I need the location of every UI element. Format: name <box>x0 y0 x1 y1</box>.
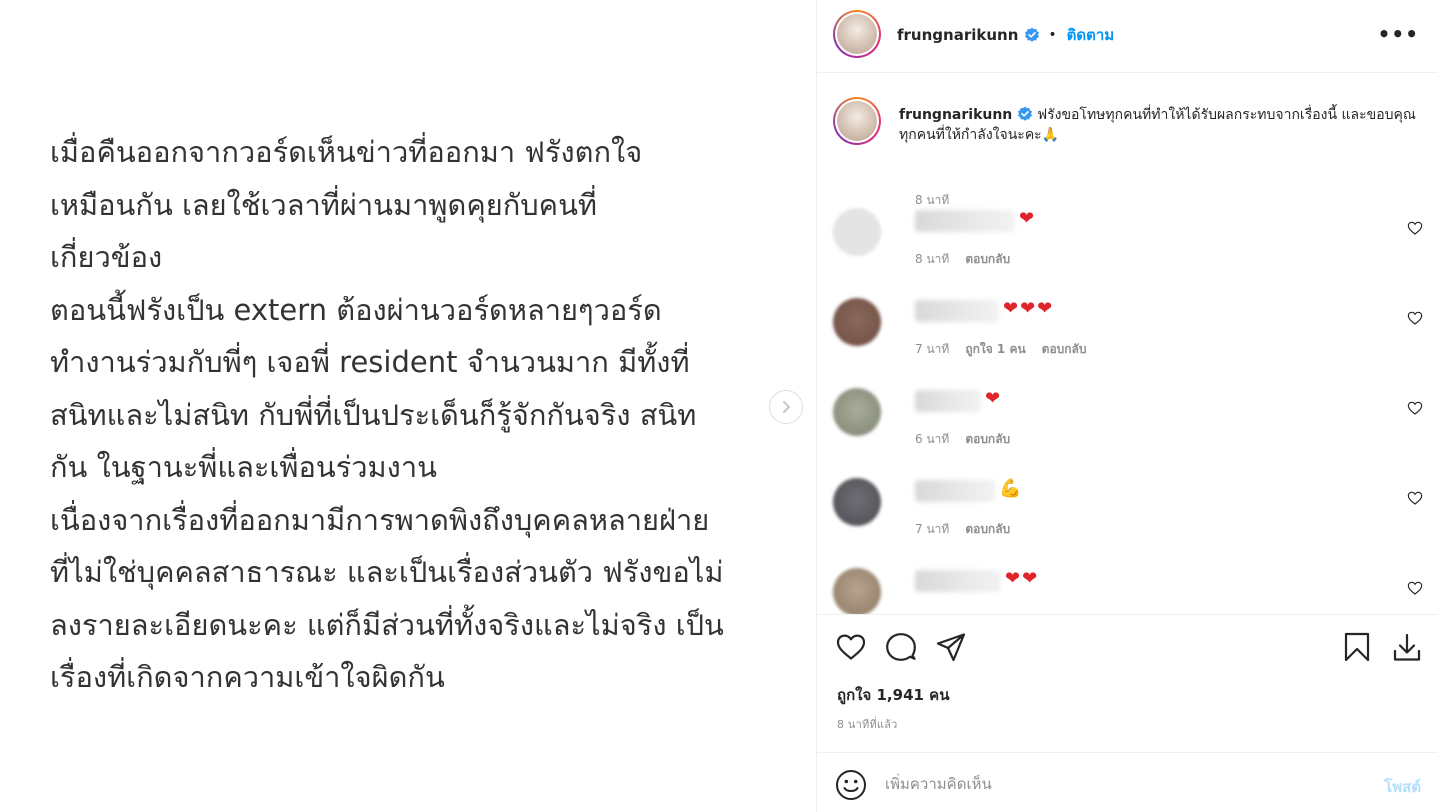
caption-body: frungnarikunn ฟรังขอโทษทุกคนที่ทำให้ได้ร… <box>899 105 1419 145</box>
post-text-line: เมื่อคืนออกจากวอร์ดเห็นข่าวที่ออกมา ฟรัง… <box>50 135 643 169</box>
comment-like-icon[interactable] <box>1407 220 1423 236</box>
post-text-line: เกี่ยวข้อง <box>50 240 163 274</box>
comment-text: ❤❤ <box>1005 568 1040 589</box>
post-actions: ถูกใจ 1,941 คน 8 นาทีที่แล้ว <box>817 614 1438 752</box>
follow-button[interactable]: ติดตาม <box>1067 23 1115 47</box>
comment-input[interactable] <box>885 769 1345 799</box>
comment-like-icon[interactable] <box>1407 310 1423 326</box>
save-bookmark-icon[interactable] <box>1341 631 1373 663</box>
commenter-username-blurred[interactable] <box>915 300 999 322</box>
comment-like-icon[interactable] <box>1407 580 1423 596</box>
post-image: เมื่อคืนออกจากวอร์ดเห็นข่าวที่ออกมา ฟรัง… <box>0 0 816 812</box>
comment-likes-count[interactable]: ถูกใจ 1 คน <box>965 340 1025 359</box>
commenter-avatar[interactable] <box>833 208 881 256</box>
post-sidebar: frungnarikunn • ติดตาม ••• frungnarikunn <box>816 0 1438 812</box>
commenter-username-blurred[interactable] <box>915 210 1015 232</box>
post-text-line: เนื่องจากเรื่องที่ออกมามีการพาดพิงถึงบุค… <box>50 502 710 537</box>
like-heart-icon[interactable] <box>835 631 867 663</box>
comment-time[interactable]: 7 นาที <box>915 520 949 539</box>
emoji-picker-icon[interactable] <box>835 769 867 801</box>
verified-badge-icon <box>1017 106 1032 121</box>
post-text-line: กัน ในฐานะพี่และเพื่อนร่วมงาน <box>50 450 437 484</box>
likes-count[interactable]: ถูกใจ 1,941 คน <box>837 683 949 707</box>
add-comment-bar: โพสต์ <box>817 752 1438 812</box>
separator-dot: • <box>1048 27 1057 43</box>
comment-meta: 8 นาที ตอบกลับ <box>915 250 1010 269</box>
comment-text: ❤❤❤ <box>1003 298 1055 319</box>
reply-button[interactable]: ตอบกลับ <box>965 250 1010 269</box>
header-username[interactable]: frungnarikunn <box>897 26 1018 44</box>
reply-button[interactable]: ตอบกลับ <box>965 520 1010 539</box>
post-text-line: สนิทและไม่สนิท กับพี่ที่เป็นประเด็นก็รู้… <box>50 397 697 432</box>
post-comment-button[interactable]: โพสต์ <box>1384 775 1421 799</box>
comment-like-icon[interactable] <box>1407 400 1423 416</box>
post-text-line: เรื่องที่เกิดจากความเข้าใจผิดกัน <box>50 660 445 694</box>
comment-item: ❤ 8 นาที ตอบกลับ <box>833 208 1423 288</box>
comment-like-icon[interactable] <box>1407 490 1423 506</box>
next-image-button[interactable] <box>769 390 803 424</box>
header-avatar[interactable] <box>833 10 881 58</box>
commenter-username-blurred[interactable] <box>915 390 981 412</box>
commenter-avatar[interactable] <box>833 298 881 346</box>
comment-meta: 7 นาที ถูกใจ 1 คน ตอบกลับ <box>915 340 1087 359</box>
post-timestamp[interactable]: 8 นาทีที่แล้ว <box>837 715 898 733</box>
post-header: frungnarikunn • ติดตาม ••• <box>817 0 1438 73</box>
comment-meta: 6 นาที ตอบกลับ <box>915 430 1010 449</box>
commenter-avatar[interactable] <box>833 388 881 436</box>
comment-item: ❤❤ <box>833 568 1423 614</box>
comments-list[interactable]: frungnarikunn ฟรังขอโทษทุกคนที่ทำให้ได้ร… <box>817 73 1438 614</box>
comment-time[interactable]: 6 นาที <box>915 430 949 449</box>
download-icon[interactable] <box>1391 631 1423 663</box>
commenter-avatar[interactable] <box>833 478 881 526</box>
comment-item: ❤❤❤ 7 นาที ถูกใจ 1 คน ตอบกลับ <box>833 298 1423 378</box>
comment-item: ❤ 6 นาที ตอบกลับ <box>833 388 1423 468</box>
comment-text: 💪 <box>999 478 1024 499</box>
comment-time[interactable]: 7 นาที <box>915 340 949 359</box>
more-options-icon[interactable]: ••• <box>1378 24 1419 44</box>
comment-text: ❤ <box>1019 208 1037 229</box>
comment-item: 💪 7 นาที ตอบกลับ <box>833 478 1423 558</box>
comment-time[interactable]: 8 นาที <box>915 250 949 269</box>
instagram-post-view: เมื่อคืนออกจากวอร์ดเห็นข่าวที่ออกมา ฟรัง… <box>0 0 1438 812</box>
comment-text: ❤ <box>985 388 1003 409</box>
verified-badge-icon <box>1025 27 1040 42</box>
commenter-username-blurred[interactable] <box>915 570 1001 592</box>
comment-bubble-icon[interactable] <box>885 631 917 663</box>
chevron-right-icon <box>783 401 790 413</box>
post-text-line: ลงรายละเอียดนะคะ แต่ก็มีส่วนที่ทั้งจริงแ… <box>50 607 724 642</box>
share-send-icon[interactable] <box>935 631 967 663</box>
commenter-username-blurred[interactable] <box>915 480 995 502</box>
caption-username[interactable]: frungnarikunn <box>899 107 1012 123</box>
reply-button[interactable]: ตอบกลับ <box>965 430 1010 449</box>
caption-avatar[interactable] <box>833 97 881 145</box>
comment-meta: 7 นาที ตอบกลับ <box>915 520 1010 539</box>
post-text-line: ทำงานร่วมกับพี่ๆ เจอพี่ resident จำนวนมา… <box>50 345 690 379</box>
post-text-line: เหมือนกัน เลยใช้เวลาที่ผ่านมาพูดคุยกับคน… <box>50 187 598 222</box>
commenter-avatar[interactable] <box>833 568 881 614</box>
header-user: frungnarikunn • ติดตาม <box>897 23 1114 47</box>
reply-button[interactable]: ตอบกลับ <box>1042 340 1087 359</box>
post-text-line: ที่ไม่ใช่บุคคลสาธารณะ และเป็นเรื่องส่วนต… <box>50 555 724 589</box>
post-image-text: เมื่อคืนออกจากวอร์ดเห็นข่าวที่ออกมา ฟรัง… <box>50 126 790 704</box>
post-text-line: ตอนนี้ฟรังเป็น extern ต้องผ่านวอร์ดหลายๆ… <box>50 292 662 327</box>
